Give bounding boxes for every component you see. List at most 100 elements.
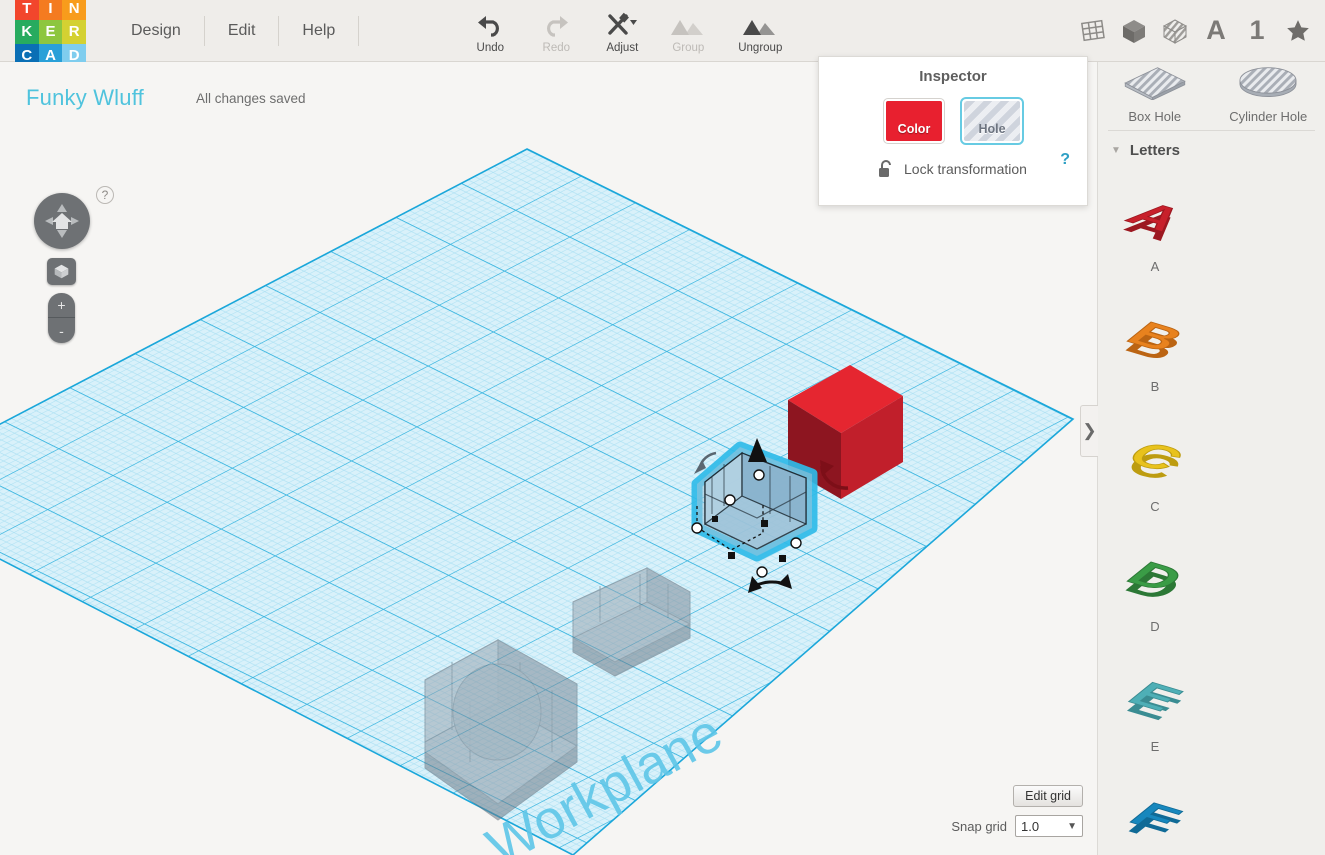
shape-category-tools: A 1 xyxy=(1074,9,1317,53)
zoom-out-button[interactable]: - xyxy=(48,318,75,343)
hole-shapes-row: Box Hole Cylinder Hole xyxy=(1098,62,1325,124)
logo-tile-e: E xyxy=(39,20,63,44)
cylinder-hole-icon xyxy=(1225,66,1311,105)
logo-tile-t: T xyxy=(15,0,39,20)
redo-arrow-icon xyxy=(541,12,571,38)
shape-box-hole[interactable]: Box Hole xyxy=(1098,62,1212,124)
adjust-label: Adjust xyxy=(606,42,638,54)
nav-down-arrow xyxy=(57,230,67,238)
menu-help[interactable]: Help xyxy=(279,0,358,62)
hole-swatch[interactable]: Hole xyxy=(962,99,1022,143)
snap-grid-select[interactable]: 1.0 ▼ xyxy=(1015,815,1083,837)
selection-outline xyxy=(697,505,763,550)
ungroup-shapes-icon xyxy=(743,12,777,38)
chevron-down-icon: ▼ xyxy=(1067,821,1077,832)
nav-right-arrow xyxy=(71,217,79,225)
letter-c-label: C xyxy=(1150,499,1159,514)
star-icon[interactable] xyxy=(1279,9,1317,53)
menu-divider xyxy=(358,16,359,46)
project-title[interactable]: Funky Wluff xyxy=(26,85,144,111)
shape-cylinder-hole[interactable]: Cylinder Hole xyxy=(1212,62,1325,124)
hole-swatch-label: Hole xyxy=(978,122,1005,136)
height-handle xyxy=(748,438,767,462)
fit-view-cube-button[interactable] xyxy=(47,258,76,285)
adjust-button[interactable]: Adjust xyxy=(591,8,653,54)
inspector-help-icon[interactable]: ? xyxy=(1060,151,1070,169)
letter-a-icon: A A xyxy=(1109,171,1201,257)
scale-handle xyxy=(728,552,735,559)
shape-letter-f[interactable]: F F F xyxy=(1098,765,1212,855)
snap-grid-row: Snap grid 1.0 ▼ xyxy=(951,815,1083,837)
undo-button[interactable]: Undo xyxy=(459,8,521,54)
letter-f-icon: F F xyxy=(1109,771,1201,855)
chevron-down-icon: ▼ xyxy=(1111,145,1121,156)
edit-grid-button[interactable]: Edit grid xyxy=(1013,785,1083,807)
letter-d-icon: D D xyxy=(1109,531,1201,617)
resize-handle xyxy=(754,470,764,480)
box-hole-icon xyxy=(1112,66,1198,105)
grey-hole-shape-2 xyxy=(573,568,690,676)
unlocked-padlock-icon xyxy=(877,159,895,179)
resize-handle xyxy=(692,523,702,533)
inspector-swatches: Color Hole ? xyxy=(819,99,1087,143)
nav-up-arrow xyxy=(57,204,67,212)
scale-handle xyxy=(761,520,768,527)
menu-design[interactable]: Design xyxy=(108,0,204,62)
resize-handle xyxy=(791,538,801,548)
selected-hole-group xyxy=(692,438,812,593)
shape-letter-e[interactable]: E E E xyxy=(1098,645,1212,765)
lock-transformation-row[interactable]: Lock transformation xyxy=(877,159,1087,179)
logo-tile-i: I xyxy=(39,0,63,20)
inspector-title: Inspector xyxy=(819,68,1087,85)
shape-letter-b[interactable]: B B B xyxy=(1098,285,1212,405)
letter-a-label: A xyxy=(1151,259,1160,274)
zoom-in-button[interactable]: + xyxy=(48,293,75,318)
snap-grid-label: Snap grid xyxy=(951,819,1007,834)
scale-handle xyxy=(712,516,718,522)
scale-handle xyxy=(779,555,786,562)
letters-section-header[interactable]: ▼ Letters xyxy=(1098,131,1325,165)
tinkercad-editor: TINKERCAD DesignEditHelp Undo Redo Adjus… xyxy=(0,0,1325,855)
home-icon xyxy=(52,213,72,229)
grid-icon[interactable] xyxy=(1074,9,1112,53)
rotate-handle xyxy=(700,453,716,467)
nav-help-icon[interactable]: ? xyxy=(96,186,114,204)
grid-controls: Edit grid Snap grid 1.0 ▼ xyxy=(951,785,1083,837)
letters-grid: A A A B B B C C C D D D xyxy=(1098,165,1325,855)
rotate-handle xyxy=(755,582,785,586)
ungroup-button[interactable]: Ungroup xyxy=(723,8,797,54)
resize-handle xyxy=(725,495,735,505)
action-tools: Undo Redo Adjust Group Ungroup xyxy=(459,8,797,54)
letter-a-icon[interactable]: A xyxy=(1197,9,1235,53)
view-navigation-disc[interactable] xyxy=(34,193,90,249)
shape-letter-d[interactable]: D D D xyxy=(1098,525,1212,645)
solid-cube-icon[interactable] xyxy=(1115,9,1153,53)
lock-transformation-label: Lock transformation xyxy=(904,161,1027,177)
collapse-panel-button[interactable]: ❯ xyxy=(1080,405,1098,457)
letter-e-label: E xyxy=(1151,739,1160,754)
number-one-icon[interactable]: 1 xyxy=(1238,9,1276,53)
workplane-label: Workplane xyxy=(477,702,732,855)
letter-b-icon: B B xyxy=(1109,291,1201,377)
undo-arrow-icon xyxy=(475,12,505,38)
inspector-panel: Inspector Color Hole ? Lock transformati… xyxy=(818,56,1088,206)
red-box-object xyxy=(788,365,903,499)
color-swatch-label: Color xyxy=(898,122,931,136)
save-status: All changes saved xyxy=(196,91,306,106)
logo-tile-k: K xyxy=(15,20,39,44)
redo-label: Redo xyxy=(543,42,571,54)
tinkercad-logo[interactable]: TINKERCAD xyxy=(15,0,86,68)
nav-left-arrow xyxy=(45,217,53,225)
resize-handle xyxy=(757,567,767,577)
color-swatch[interactable]: Color xyxy=(884,99,944,143)
undo-label: Undo xyxy=(477,42,505,54)
hole-cube-icon[interactable] xyxy=(1156,9,1194,53)
shape-letter-a[interactable]: A A A xyxy=(1098,165,1212,285)
redo-button: Redo xyxy=(525,8,587,54)
letter-d-label: D xyxy=(1150,619,1159,634)
letter-c-icon: C C xyxy=(1109,411,1201,497)
letter-b-label: B xyxy=(1151,379,1160,394)
logo-tile-r: R xyxy=(62,20,86,44)
shape-letter-c[interactable]: C C C xyxy=(1098,405,1212,525)
menu-edit[interactable]: Edit xyxy=(205,0,279,62)
